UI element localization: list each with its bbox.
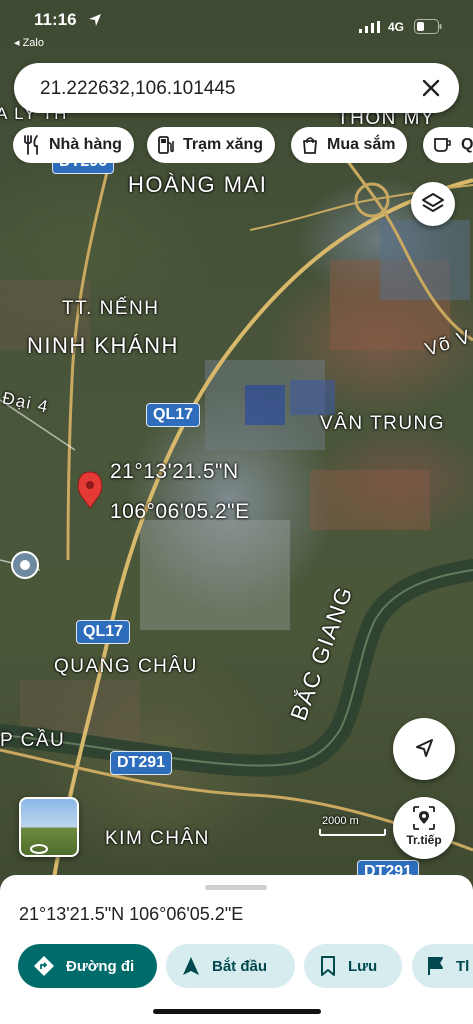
blue-roof-area [290, 380, 335, 415]
location-services-icon [89, 14, 101, 26]
status-bar: 11:16 ◂ Zalo 4G [0, 0, 473, 52]
place-label: KIM CHÂN [105, 828, 210, 849]
label-label: Tl [456, 957, 470, 975]
village-area [310, 470, 430, 530]
pin-latitude-label: 21°13'21.5"N [110, 460, 239, 483]
close-icon[interactable] [415, 72, 447, 104]
layers-button[interactable] [411, 182, 455, 226]
place-label: VÂN TRUNG [320, 413, 446, 434]
place-label: TT. NẾNH [62, 298, 160, 319]
label-button[interactable]: Tl [412, 944, 473, 988]
sheet-handle[interactable] [205, 885, 267, 890]
scale-bar [319, 829, 386, 836]
place-coordinates: 21°13'21.5"N 106°06'05.2"E [19, 904, 244, 924]
bookmark-icon [321, 956, 335, 976]
shopping-bag-icon [303, 137, 317, 154]
navigation-arrow-icon [183, 957, 199, 975]
chip-label: Q [461, 136, 473, 153]
chip-cafes[interactable]: Q [423, 127, 473, 163]
scan-location-icon [413, 806, 435, 830]
start-label: Bắt đầu [212, 957, 268, 975]
industrial-zone [140, 520, 290, 630]
place-label: NINH KHÁNH [27, 333, 179, 358]
directions-label: Đường đi [66, 957, 135, 975]
my-location-button[interactable] [393, 718, 455, 780]
save-button[interactable]: Lưu [304, 944, 402, 988]
road-shield-dt291: DT291 [110, 751, 173, 775]
track-label: Tr.tiếp [406, 833, 442, 847]
search-input[interactable]: 21.222632,106.101445 [40, 78, 235, 100]
place-label: QUANG CHÂU [54, 656, 198, 677]
coffee-cup-icon [434, 138, 451, 152]
search-bar[interactable]: 21.222632,106.101445 [14, 63, 459, 113]
chip-label: Mua sắm [327, 136, 396, 153]
back-to-app-link[interactable]: ◂ Zalo [14, 36, 44, 49]
chip-label: Trạm xăng [183, 136, 264, 153]
start-button[interactable]: Bắt đầu [166, 944, 295, 988]
navigation-arrow-icon [416, 739, 433, 757]
category-chips: Nhà hàng Trạm xăng Mua sắm Q [13, 127, 473, 163]
battery-icon [414, 19, 442, 34]
chip-restaurants[interactable]: Nhà hàng [13, 127, 134, 163]
signal-strength-icon [359, 21, 380, 33]
action-bar: Đường đi Bắt đầu Lưu Tl [18, 944, 473, 988]
network-type: 4G [388, 20, 405, 34]
track-button[interactable]: Tr.tiếp [393, 797, 455, 859]
chip-shopping[interactable]: Mua sắm [291, 127, 408, 163]
road-shield-ql17: QL17 [146, 403, 201, 427]
fork-knife-icon [24, 135, 38, 155]
clock: 11:16 [34, 10, 77, 29]
place-label: HOÀNG MAI [128, 172, 268, 197]
street-view-icon [30, 844, 48, 854]
place-label: P CẦU [0, 730, 66, 751]
street-view-thumbnail[interactable] [19, 797, 79, 857]
home-indicator[interactable] [153, 1009, 321, 1014]
layers-icon [422, 193, 444, 212]
chip-gas-stations[interactable]: Trạm xăng [147, 127, 276, 163]
directions-button[interactable]: Đường đi [18, 944, 157, 988]
saved-place-marker-icon[interactable] [11, 551, 39, 579]
chip-label: Nhà hàng [49, 136, 122, 153]
location-pin-icon[interactable] [77, 471, 103, 509]
save-label: Lưu [348, 957, 378, 975]
bottom-sheet[interactable]: 21°13'21.5"N 106°06'05.2"E Đường đi Bắt … [0, 875, 473, 1024]
blue-roof-area [245, 385, 285, 425]
gas-station-icon [158, 136, 174, 154]
road-shield-ql17: QL17 [76, 620, 131, 644]
directions-icon [34, 956, 54, 976]
flag-icon [428, 957, 443, 975]
pin-longitude-label: 106°06'05.2"E [110, 500, 250, 523]
scale-label: 2000 m [322, 815, 359, 827]
